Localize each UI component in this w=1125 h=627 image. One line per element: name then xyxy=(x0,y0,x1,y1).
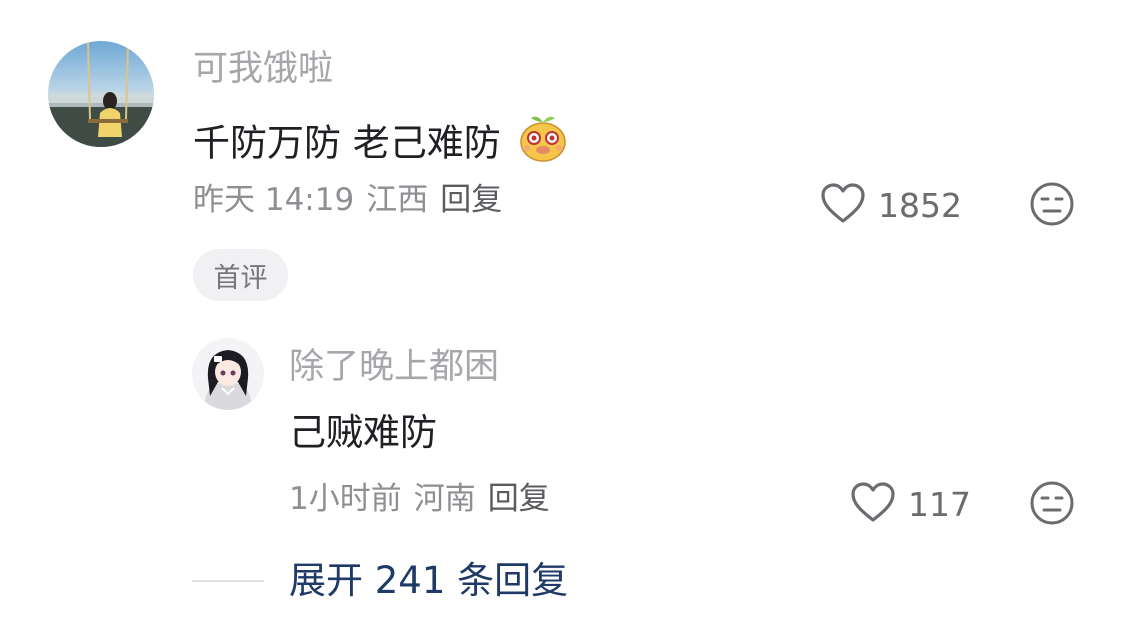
divider-line xyxy=(192,580,264,582)
comment-location: 江西 xyxy=(366,182,429,218)
reply-text: 己贼难防 xyxy=(289,411,437,454)
like-button[interactable]: 1852 xyxy=(820,182,962,228)
reply-reply-button[interactable]: 回复 xyxy=(488,481,550,517)
reply-button[interactable]: 回复 xyxy=(440,182,502,218)
reply-time: 1小时前 xyxy=(289,481,402,517)
avatar-image xyxy=(48,41,154,147)
comment-time: 昨天 14:19 xyxy=(193,182,355,218)
comment-meta: 昨天 14:19 江西 回复 xyxy=(193,185,514,216)
sprout-face-emoji-icon xyxy=(517,112,569,170)
first-comment-badge: 首评 xyxy=(193,249,288,301)
reply-like-button[interactable]: 117 xyxy=(850,481,971,527)
reply-avatar-image xyxy=(192,338,264,410)
comment-text-content: 千防万防 老己难防 xyxy=(193,121,501,165)
reply-avatar[interactable] xyxy=(192,338,264,410)
comment-username[interactable]: 可我饿啦 xyxy=(193,52,333,87)
reply-username[interactable]: 除了晚上都困 xyxy=(289,350,499,385)
avatar[interactable] xyxy=(48,41,154,147)
heart-icon xyxy=(820,182,866,228)
expand-replies-button[interactable]: 展开 241 条回复 xyxy=(289,562,568,599)
reply-dislike-face-icon[interactable] xyxy=(1029,480,1075,530)
reply-location: 河南 xyxy=(413,481,476,517)
heart-icon xyxy=(850,481,896,527)
like-count: 1852 xyxy=(878,185,962,225)
reply-meta: 1小时前 河南 回复 xyxy=(289,484,562,515)
comment-text: 千防万防 老己难防 xyxy=(193,116,569,174)
dislike-face-icon[interactable] xyxy=(1029,181,1075,231)
reply-like-count: 117 xyxy=(908,484,971,524)
